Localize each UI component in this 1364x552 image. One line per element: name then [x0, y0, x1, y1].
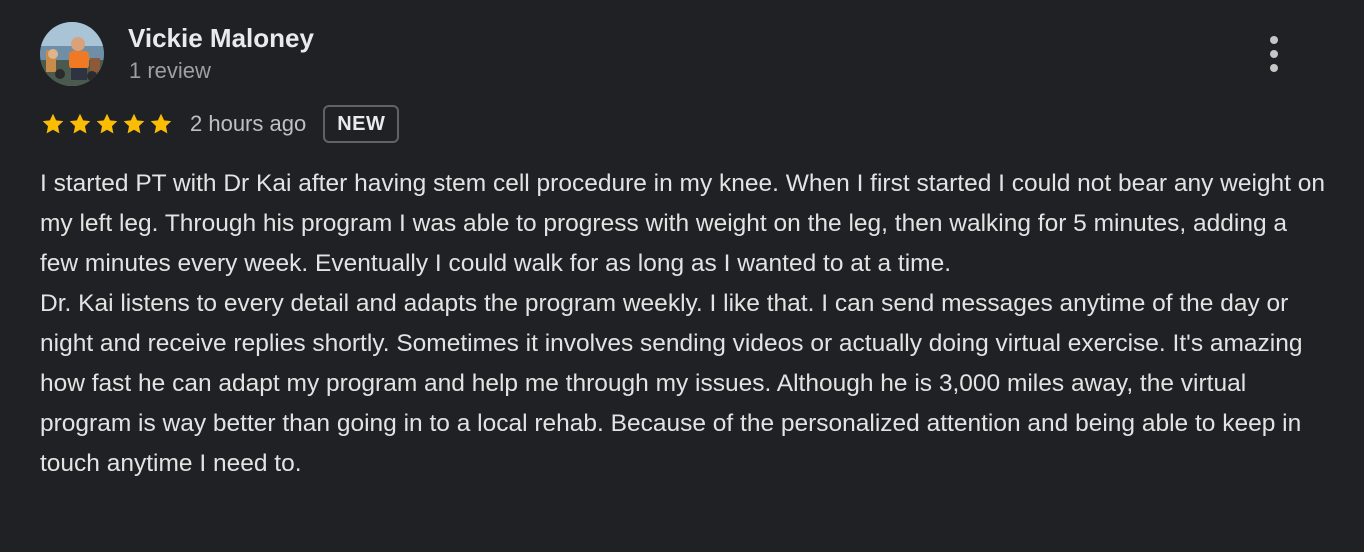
star-icon [150, 113, 172, 134]
avatar-photo [40, 22, 104, 86]
review-text: I started PT with Dr Kai after having st… [40, 164, 1330, 484]
more-vert-icon-dot [1270, 64, 1278, 72]
review-paragraph: I started PT with Dr Kai after having st… [40, 170, 1326, 277]
star-icon [96, 113, 118, 134]
star-rating [40, 111, 174, 137]
star-icon [42, 113, 64, 134]
review-paragraph: Dr. Kai listens to every detail and adap… [40, 290, 1303, 477]
rating-row: 2 hours ago NEW [40, 103, 400, 145]
author-name[interactable]: Vickie Maloney [128, 22, 314, 54]
review-date: 2 hours ago [190, 111, 307, 136]
star-icon [69, 113, 91, 134]
star-icon [123, 113, 145, 134]
more-options-button[interactable] [1250, 30, 1298, 78]
more-vert-icon-dot [1270, 50, 1278, 58]
avatar[interactable] [40, 22, 104, 86]
more-vert-icon [1270, 36, 1278, 44]
author-review-count: 1 review [129, 58, 211, 83]
new-badge: NEW [323, 105, 400, 143]
